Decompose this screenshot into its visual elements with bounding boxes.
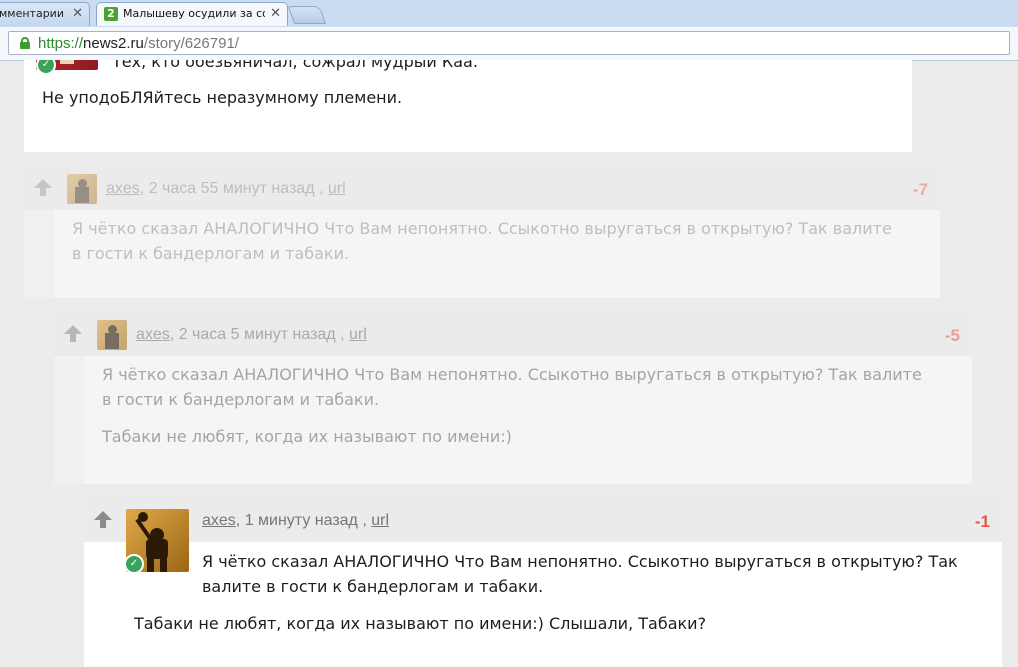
comment-header: axes, 2 часа 5 минут назад , url -5 — [54, 312, 972, 356]
comment-text: Не уподоБЛЯйтесь неразумному племени. — [42, 88, 403, 107]
comment-text: Я чётко сказал АНАЛОГИЧНО Что Вам непоня… — [102, 365, 922, 409]
browser-tab-bar: мментарии / ✕ 2 Малышеву осудили за сов … — [0, 0, 1018, 28]
comment-text: Тех, кто обезьяничал, сожрал мудрый Каа. — [112, 60, 478, 71]
comment-text: Табаки не любят, когда их называют по им… — [134, 614, 707, 633]
permalink[interactable]: url — [349, 326, 367, 343]
tab-title: мментарии / — [0, 7, 65, 20]
comment-text: Табаки не любят, когда их называют по им… — [102, 427, 512, 446]
comment-time: , 2 часа 5 минут назад , — [169, 326, 349, 343]
verified-check-icon: ✓ — [36, 60, 56, 75]
comment-body: Я чётко сказал АНАЛОГИЧНО Что Вам непоня… — [54, 210, 940, 298]
comment-text: Я чётко сказал АНАЛОГИЧНО Что Вам непоня… — [72, 219, 892, 263]
tab-comments[interactable]: мментарии / ✕ — [0, 2, 90, 26]
comment-header: axes, 1 минуту назад , url -1 — [84, 498, 1002, 542]
comment-score: -5 — [944, 326, 960, 345]
new-tab-button[interactable] — [287, 6, 327, 24]
avatar[interactable] — [97, 320, 127, 350]
comment-body: Я чётко сказал АНАЛОГИЧНО Что Вам непоня… — [84, 356, 972, 484]
url-path: /story/626791/ — [143, 35, 239, 52]
comment-card: axes, 2 часа 55 минут назад , url -7 Я ч… — [24, 166, 940, 298]
comment-card: ✓ Тех, кто обезьяничал, сожрал мудрый Ка… — [24, 60, 912, 152]
author-link[interactable]: axes — [202, 512, 236, 529]
comment-time: , 2 часа 55 минут назад , — [139, 180, 328, 197]
comments-thread: ✓ Тех, кто обезьяничал, сожрал мудрый Ка… — [0, 60, 1018, 667]
comment-card: axes, 2 часа 5 минут назад , url -5 Я чё… — [54, 312, 972, 484]
comment-score: -1 — [974, 512, 990, 531]
comment-score: -7 — [912, 180, 928, 199]
tab-title: Малышеву осудили за сов — [123, 7, 265, 20]
address-bar-area: https://news2.ru/story/626791/ — [0, 27, 1018, 61]
comment-header: axes, 2 часа 55 минут назад , url -7 — [24, 166, 940, 210]
arrow-up-icon[interactable] — [64, 325, 82, 343]
url-text[interactable]: https://news2.ru/story/626791/ — [38, 35, 239, 52]
url-scheme: https:// — [38, 35, 84, 52]
arrow-up-icon[interactable] — [94, 511, 112, 529]
comment-text: Я чётко сказал АНАЛОГИЧНО Что Вам непоня… — [202, 552, 958, 596]
tab-close-icon[interactable]: ✕ — [72, 3, 83, 25]
arrow-up-icon[interactable] — [34, 179, 52, 197]
comment-time: , 1 минуту назад , — [235, 512, 372, 529]
tab-close-icon[interactable]: ✕ — [270, 3, 281, 25]
avatar[interactable] — [67, 174, 97, 204]
url-host: news2.ru — [83, 35, 144, 52]
comment-meta: axes, 2 часа 55 минут назад , url — [106, 180, 346, 198]
tab-story[interactable]: 2 Малышеву осудили за сов ✕ — [96, 2, 288, 26]
lock-icon — [20, 37, 30, 49]
site-favicon-icon: 2 — [104, 7, 118, 21]
comment-meta: axes, 2 часа 5 минут назад , url — [136, 326, 367, 344]
comment-meta: axes, 1 минуту назад , url — [202, 512, 389, 530]
verified-check-icon: ✓ — [124, 554, 144, 574]
author-link[interactable]: axes — [136, 326, 170, 343]
permalink[interactable]: url — [328, 180, 346, 197]
author-link[interactable]: axes — [106, 180, 140, 197]
address-bar[interactable]: https://news2.ru/story/626791/ — [8, 31, 1010, 55]
permalink[interactable]: url — [371, 512, 389, 529]
comment-card: axes, 1 минуту назад , url -1 ✓ Я чётко … — [84, 498, 1002, 667]
